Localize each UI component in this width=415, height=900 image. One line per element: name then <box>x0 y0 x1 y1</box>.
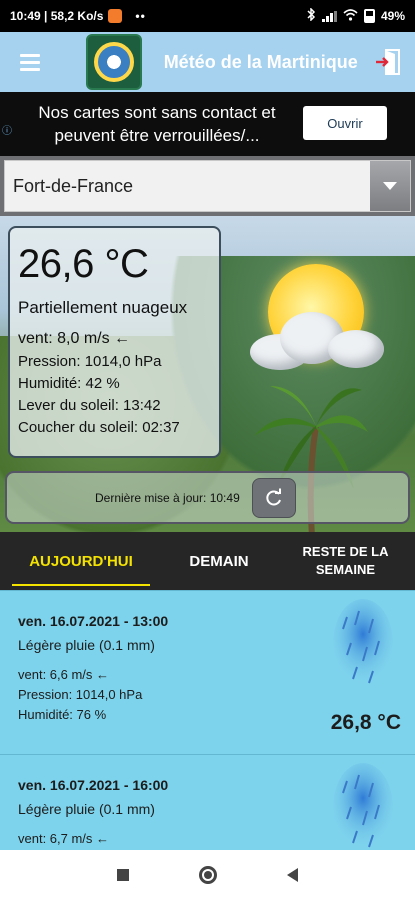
current-wind: vent: 8,0 m/s ← <box>18 330 131 347</box>
last-update-text: Dernière mise à jour: 10:49 <box>95 490 240 505</box>
system-nav-bar <box>0 850 415 900</box>
current-pressure: Pression: 1014,0 hPa <box>18 353 162 370</box>
wifi-icon <box>343 8 358 24</box>
ad-open-button[interactable]: Ouvrir <box>303 106 387 140</box>
forecast-card[interactable]: ven. 16.07.2021 - 13:00 Légère pluie (0.… <box>0 590 415 754</box>
ad-info-icon[interactable]: ⓘ <box>2 122 16 137</box>
current-sunset: Coucher du soleil: 02:37 <box>18 419 180 436</box>
refresh-button[interactable] <box>251 477 296 518</box>
forecast-list[interactable]: ven. 16.07.2021 - 13:00 Légère pluie (0.… <box>0 590 415 850</box>
exit-door-icon <box>376 49 401 75</box>
current-weather-panel: 26,6 °C Partiellement nuageux vent: 8,0 … <box>0 216 415 532</box>
rain-icon <box>333 763 393 850</box>
chevron-down-icon <box>383 182 397 190</box>
status-bar: 10:49 | 58,2 Ko/s •• 49% <box>0 0 415 32</box>
city-dropdown[interactable]: Fort-de-France <box>4 160 411 212</box>
back-icon[interactable] <box>287 868 298 882</box>
current-sunrise: Lever du soleil: 13:42 <box>18 397 161 414</box>
tab-tomorrow[interactable]: DEMAIN <box>162 532 276 590</box>
city-selected-value: Fort-de-France <box>13 175 134 196</box>
refresh-icon <box>266 488 281 505</box>
forecast-temperature: 26,8 °C <box>330 711 401 734</box>
day-tabs: AUJOURD'HUI DEMAIN RESTE DE LA SEMAINE <box>0 532 415 590</box>
exit-button[interactable] <box>363 32 415 92</box>
app-logo <box>85 34 142 90</box>
ad-banner[interactable]: ⓘ Nos cartes sont sans contact et peuven… <box>0 92 415 156</box>
city-selector-bar: Fort-de-France <box>0 156 415 216</box>
dropdown-arrow-button[interactable] <box>370 161 410 211</box>
battery-percent: 49% <box>380 9 405 23</box>
current-humidity: Humidité: 42 % <box>18 375 120 392</box>
forecast-card[interactable]: ven. 16.07.2021 - 16:00 Légère pluie (0.… <box>0 754 415 850</box>
bluetooth-icon <box>307 7 316 24</box>
app-title: Météo de la Martinique <box>163 51 358 72</box>
current-temperature: 26,6 °C <box>18 242 149 286</box>
current-conditions-card: 26,6 °C Partiellement nuageux vent: 8,0 … <box>8 226 221 458</box>
tab-today[interactable]: AUJOURD'HUI <box>0 532 162 590</box>
status-dots: •• <box>135 9 146 23</box>
recent-apps-icon[interactable] <box>117 869 129 881</box>
notification-app-icon <box>108 9 123 23</box>
battery-icon <box>363 9 375 23</box>
last-update-bar: Dernière mise à jour: 10:49 <box>5 471 410 524</box>
signal-icon <box>321 10 337 22</box>
current-condition: Partiellement nuageux <box>18 298 188 317</box>
home-icon[interactable] <box>199 866 217 884</box>
app-bar: Météo de la Martinique <box>0 32 415 92</box>
ad-text: Nos cartes sont sans contact et peuvent … <box>38 103 276 145</box>
tab-rest-of-week[interactable]: RESTE DE LA SEMAINE <box>276 532 415 590</box>
hamburger-menu-icon[interactable] <box>0 32 60 92</box>
rain-icon <box>333 599 393 687</box>
status-time-speed: 10:49 | 58,2 Ko/s <box>10 9 104 23</box>
